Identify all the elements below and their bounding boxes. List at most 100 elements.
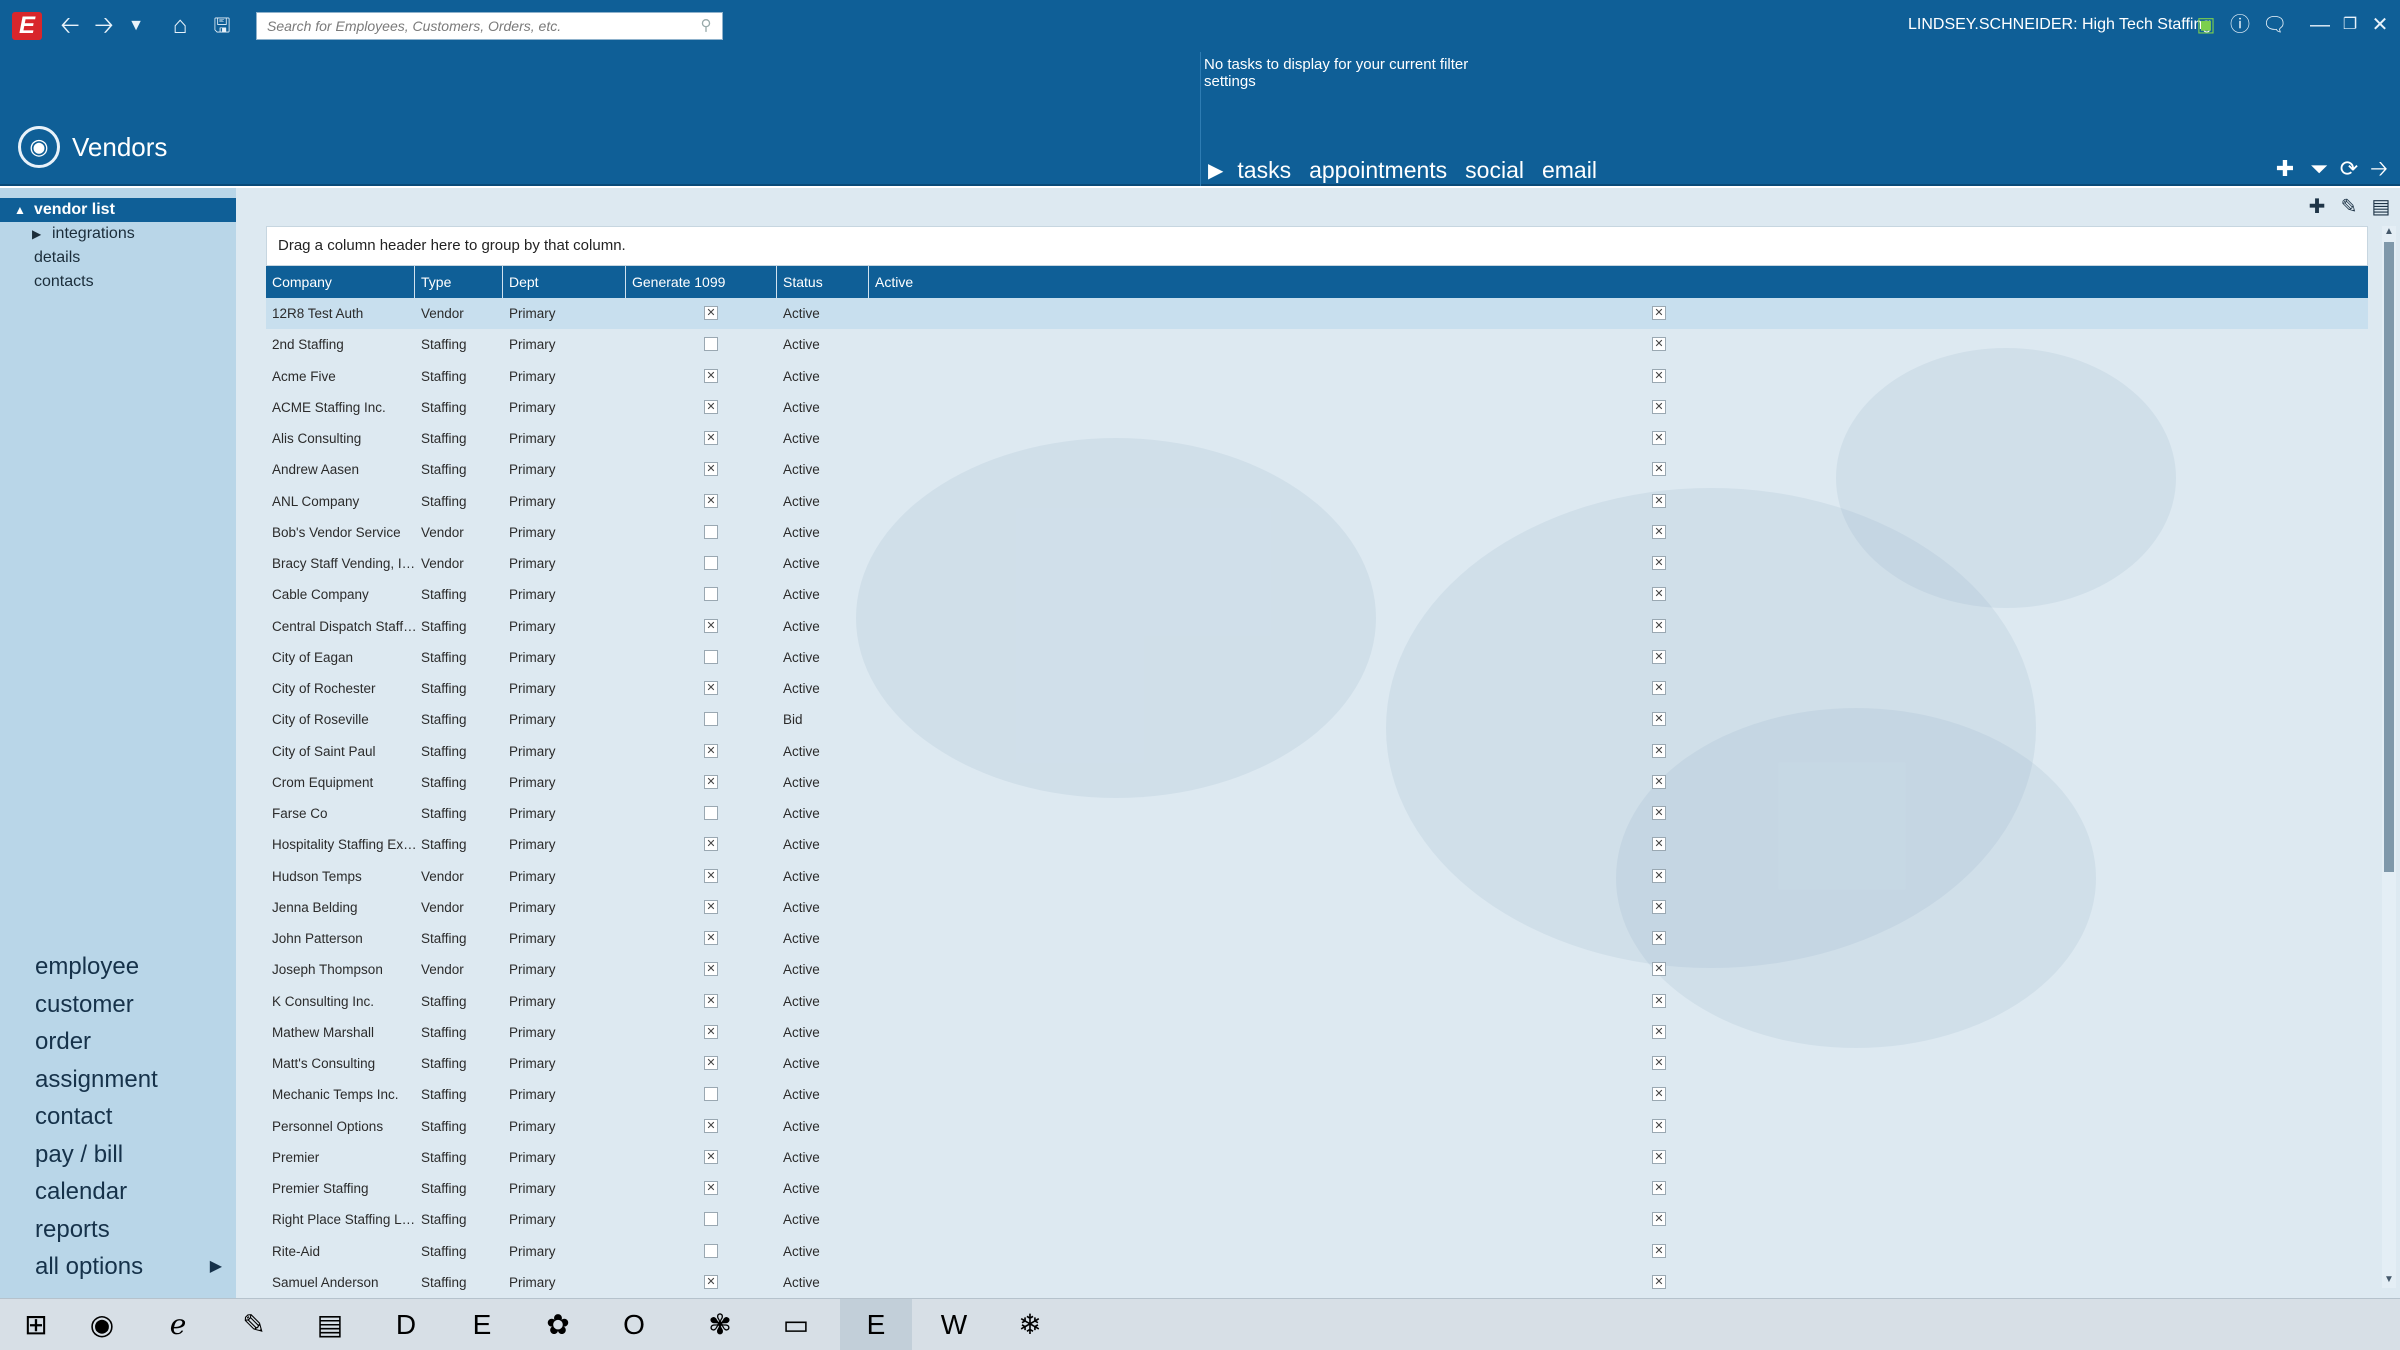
expand-arrow-icon[interactable]: ▶ — [1208, 158, 1223, 183]
active-checkbox[interactable]: ✕ — [1652, 462, 1666, 477]
table-row[interactable]: City of Saint Paul Staffing Primary Active ✕… — [266, 736, 2368, 767]
active-checkbox[interactable]: ✕ — [1652, 618, 1666, 633]
active-checkbox[interactable]: ✕ — [1652, 1243, 1666, 1258]
active-checkbox[interactable]: ✕ — [1652, 368, 1666, 383]
generate-1099-checkbox[interactable] — [704, 1087, 718, 1102]
active-checkbox[interactable]: ✕ — [1652, 1024, 1666, 1039]
active-checkbox[interactable]: ✕ — [1652, 587, 1666, 602]
global-search[interactable]: ⚲ — [256, 12, 723, 40]
table-row[interactable]: City of Rochester Staffing Primary Active ✕ ✕ — [266, 673, 2368, 704]
table-row[interactable]: Right Place Staffing LLC Staffing Primary A… — [266, 1204, 2368, 1235]
generate-1099-checkbox[interactable] — [704, 556, 718, 570]
table-row[interactable]: Hospitality Staffing Exe... Staffing Prima… — [266, 829, 2368, 860]
start-icon[interactable]: ⊞ — [0, 1299, 72, 1350]
maximize-icon[interactable]: ❐ — [2338, 12, 2362, 38]
generate-1099-checkbox[interactable]: ✕ — [704, 743, 718, 758]
paint-palette-icon[interactable]: ✿ — [522, 1299, 594, 1350]
column-header-dept[interactable]: Dept — [503, 266, 626, 298]
generate-1099-checkbox[interactable]: ✕ — [704, 837, 718, 852]
table-row[interactable]: Joseph Thompson Vendor Primary Active ✕ ✕ — [266, 954, 2368, 985]
table-row[interactable]: Acme Five Staffing Primary Active ✕ ✕ — [266, 361, 2368, 392]
nav-item-calendar[interactable]: calendar — [0, 1173, 236, 1211]
snowflake-app-icon[interactable]: ❄ — [994, 1299, 1066, 1350]
paint-tool-icon[interactable]: ✎ — [218, 1299, 290, 1350]
table-row[interactable]: Personnel Options Staffing Primary Active ✕ ✕ — [266, 1111, 2368, 1142]
table-row[interactable]: Alis Consulting Staffing Primary Active ✕ ✕ — [266, 423, 2368, 454]
refresh-icon[interactable]: ⟳ — [2336, 156, 2362, 182]
generate-1099-checkbox[interactable]: ✕ — [704, 993, 718, 1008]
generate-1099-checkbox[interactable]: ✕ — [704, 962, 718, 977]
active-checkbox[interactable]: ✕ — [1652, 962, 1666, 977]
save-icon[interactable]: 🖫 — [208, 12, 236, 40]
add-icon[interactable]: ✚ — [2272, 156, 2298, 182]
generate-1099-checkbox[interactable]: ✕ — [704, 462, 718, 477]
nav-item-customer[interactable]: customer — [0, 986, 236, 1024]
search-input[interactable] — [257, 13, 687, 39]
flower-app-icon[interactable]: ✾ — [684, 1299, 756, 1350]
active-checkbox[interactable]: ✕ — [1652, 337, 1666, 352]
active-checkbox[interactable]: ✕ — [1652, 1087, 1666, 1102]
active-checkbox[interactable]: ✕ — [1652, 712, 1666, 727]
table-row[interactable]: 2nd Staffing Staffing Primary Active ✕ — [266, 329, 2368, 360]
scroll-thumb[interactable] — [2384, 242, 2394, 872]
table-row[interactable]: Premier Staffing Primary Active ✕ ✕ — [266, 1142, 2368, 1173]
generate-1099-checkbox[interactable]: ✕ — [704, 868, 718, 883]
generate-1099-checkbox[interactable]: ✕ — [704, 931, 718, 945]
table-row[interactable]: Bracy Staff Vending, Inc. Vendor Primary Ac… — [266, 548, 2368, 579]
close-icon[interactable]: ✕ — [2368, 12, 2392, 38]
forward-arrow-icon[interactable]: 🡢 — [90, 12, 118, 40]
active-checkbox[interactable]: ✕ — [1652, 1181, 1666, 1195]
generate-1099-checkbox[interactable]: ✕ — [704, 1056, 718, 1070]
scroll-down-icon[interactable]: ▼ — [2382, 1274, 2396, 1288]
table-row[interactable]: Central Dispatch Staffing Staffing Primary… — [266, 611, 2368, 642]
table-row[interactable]: Cable Company Staffing Primary Active ✕ — [266, 579, 2368, 610]
file-explorer-icon[interactable]: ▤ — [294, 1299, 366, 1350]
tree-item-contacts[interactable]: contacts — [0, 270, 254, 294]
plugin-icon[interactable]: ▣ — [2194, 12, 2218, 38]
active-checkbox[interactable]: ✕ — [1652, 837, 1666, 852]
active-checkbox[interactable]: ✕ — [1652, 774, 1666, 789]
generate-1099-checkbox[interactable] — [704, 337, 718, 352]
active-checkbox[interactable]: ✕ — [1652, 493, 1666, 508]
active-checkbox[interactable]: ✕ — [1652, 1056, 1666, 1070]
window-app-icon[interactable]: ▭ — [760, 1299, 832, 1350]
nav-item-all-options[interactable]: all options ▶ — [0, 1248, 236, 1286]
tree-item-details[interactable]: details — [0, 246, 254, 270]
chrome-icon[interactable]: ◉ — [66, 1299, 138, 1350]
generate-1099-checkbox[interactable]: ✕ — [704, 618, 718, 633]
table-row[interactable]: Mechanic Temps Inc. Staffing Primary Active… — [266, 1079, 2368, 1110]
active-checkbox[interactable]: ✕ — [1652, 1274, 1666, 1289]
tab-email[interactable]: email — [1542, 157, 1597, 184]
column-header-type[interactable]: Type — [415, 266, 503, 298]
table-row[interactable]: K Consulting Inc. Staffing Primary Active ✕ ✕ — [266, 986, 2368, 1017]
table-row[interactable]: City of Roseville Staffing Primary Bid ✕ — [266, 704, 2368, 735]
column-header-active[interactable]: Active — [869, 266, 2368, 298]
table-row[interactable]: Premier Staffing Staffing Primary Active ✕ ✕ — [266, 1173, 2368, 1204]
table-row[interactable]: Hudson Temps Vendor Primary Active ✕ ✕ — [266, 861, 2368, 892]
tree-item-vendor-list[interactable]: ▲ vendor list — [0, 198, 254, 222]
internet-explorer-icon[interactable]: ℯ — [142, 1299, 214, 1350]
active-checkbox[interactable]: ✕ — [1652, 431, 1666, 445]
d-app-icon[interactable]: D — [370, 1299, 442, 1350]
outlook-icon[interactable]: O — [598, 1299, 670, 1350]
active-checkbox[interactable]: ✕ — [1652, 1212, 1666, 1227]
generate-1099-checkbox[interactable]: ✕ — [704, 1024, 718, 1039]
column-chooser-icon[interactable]: ▤ — [2368, 194, 2394, 220]
scroll-up-icon[interactable]: ▲ — [2382, 226, 2396, 240]
tree-expand-icon[interactable]: ▲ — [14, 198, 26, 222]
add-record-icon[interactable]: ✚ — [2304, 194, 2330, 220]
active-checkbox[interactable]: ✕ — [1652, 306, 1666, 320]
collapse-arrow-icon[interactable]: 🡢 — [2366, 156, 2392, 182]
chevron-right-icon[interactable]: ▶ — [210, 1248, 222, 1286]
generate-1099-checkbox[interactable]: ✕ — [704, 368, 718, 383]
generate-1099-checkbox[interactable] — [704, 806, 718, 820]
column-header-status[interactable]: Status — [777, 266, 869, 298]
generate-1099-checkbox[interactable]: ✕ — [704, 306, 718, 320]
generate-1099-checkbox[interactable] — [704, 1243, 718, 1258]
generate-1099-checkbox[interactable]: ✕ — [704, 493, 718, 508]
table-row[interactable]: Rite-Aid Staffing Primary Active ✕ — [266, 1236, 2368, 1267]
generate-1099-checkbox[interactable]: ✕ — [704, 1149, 718, 1164]
tree-item-integrations[interactable]: ▶ integrations — [0, 222, 254, 246]
nav-item-employee[interactable]: employee — [0, 948, 236, 986]
home-icon[interactable]: ⌂ — [166, 12, 194, 40]
